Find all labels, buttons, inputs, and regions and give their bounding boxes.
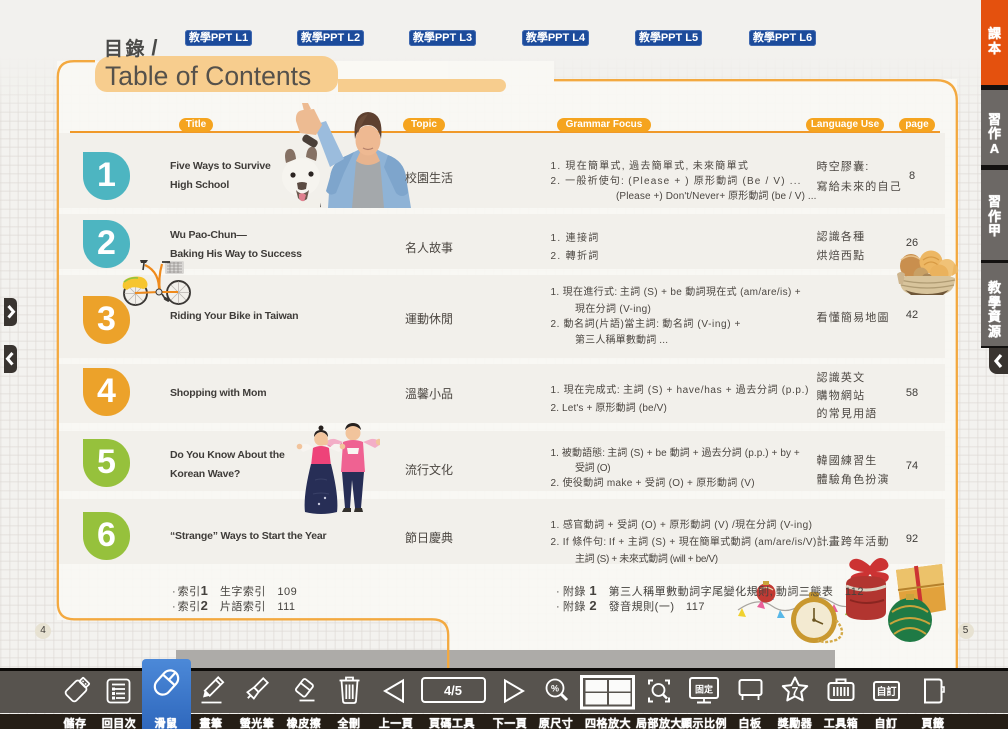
svg-text:4/5: 4/5: [444, 683, 462, 698]
svg-text:7: 7: [792, 685, 799, 699]
svg-text:自訂: 自訂: [877, 685, 897, 698]
svg-text:固定: 固定: [695, 684, 714, 695]
svg-text:%: %: [551, 684, 559, 694]
